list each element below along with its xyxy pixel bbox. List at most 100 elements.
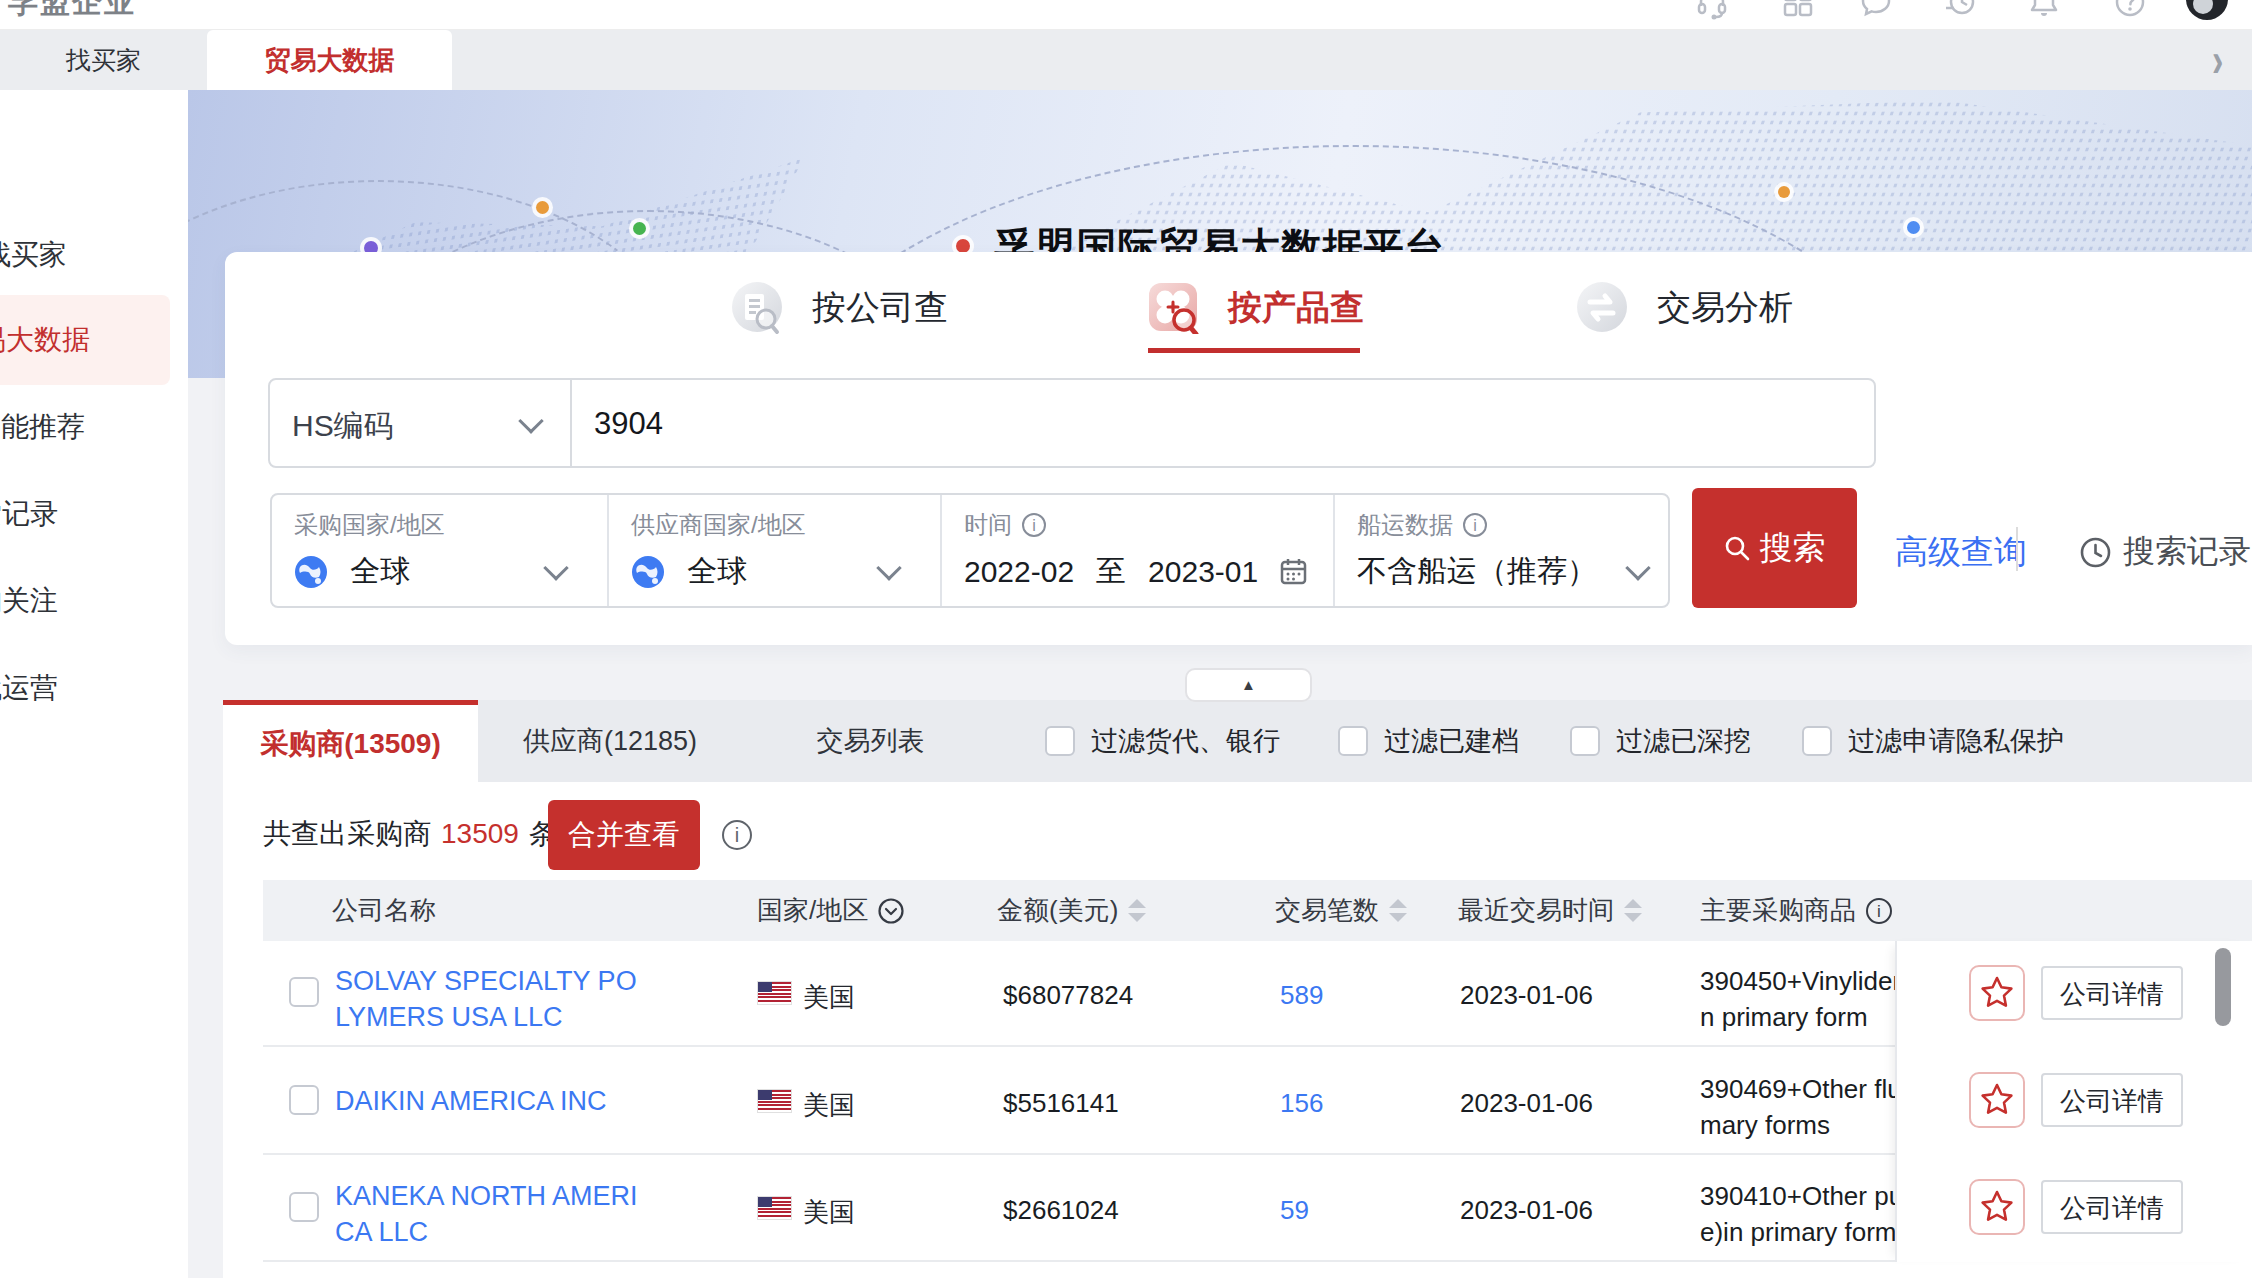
company-name-link[interactable]: DAIKIN AMERICA INC <box>335 1083 607 1119</box>
globe-icon <box>294 555 328 589</box>
country-cell: 美国 <box>803 1088 855 1123</box>
filter-label: 供应商国家/地区 <box>631 509 806 541</box>
hs-code-select[interactable]: HS编码 <box>270 380 572 466</box>
col-country[interactable]: 国家/地区 <box>757 880 904 941</box>
checkbox-label: 过滤货代、银行 <box>1091 723 1280 759</box>
advanced-search-link[interactable]: 高级查询 <box>1895 530 2027 575</box>
company-name-link[interactable]: SOLVAY SPECIALTY POLYMERS USA LLC <box>335 963 637 1035</box>
country-filter-icon <box>878 898 904 924</box>
time-filter[interactable]: 时间 i 2022-02 至 2023-01 <box>942 495 1335 606</box>
filter-value: 不含船运（推荐） <box>1357 551 1597 592</box>
tab-search-by-product[interactable]: 按产品查 <box>1148 278 1364 338</box>
tab-trade-big-data[interactable]: 贸易大数据 <box>207 30 452 90</box>
col-amount[interactable]: 金额(美元) <box>997 880 1146 941</box>
sort-icon[interactable] <box>1128 899 1146 922</box>
date-cell: 2023-01-06 <box>1460 1088 1593 1119</box>
sidebar-item-search-history[interactable]: 搜索记录 <box>0 486 188 542</box>
table-row[interactable]: KANEKA NORTH AMERICA LLC 美国 $2661024 59 … <box>263 1155 1895 1262</box>
hs-code-select-label: HS编码 <box>292 406 394 447</box>
sidebar-item-smart-recommend[interactable]: 智能推荐99+ <box>0 399 188 455</box>
sort-icon[interactable] <box>1389 899 1407 922</box>
col-count[interactable]: 交易笔数 <box>1275 880 1407 941</box>
company-details-button[interactable]: 公司详情 <box>2041 1180 2183 1234</box>
star-icon <box>1983 978 2012 1006</box>
help-icon[interactable] <box>2112 0 2148 20</box>
search-input[interactable]: 3904 <box>594 406 663 442</box>
bell-icon[interactable] <box>2026 0 2062 20</box>
collapse-arrow-icon: ▲ <box>1241 676 1256 693</box>
merge-view-button[interactable]: 合并查看 <box>548 800 700 870</box>
supplier-country-filter[interactable]: 供应商国家/地区 全球 <box>609 495 942 606</box>
tab-find-buyers[interactable]: 找买家 <box>0 30 207 90</box>
tab-buyers[interactable]: 采购商(13509) <box>223 700 478 782</box>
tab-suppliers[interactable]: 供应商(12185) <box>515 700 705 782</box>
clock-icon <box>2080 537 2111 568</box>
tab-label: 按产品查 <box>1228 285 1364 331</box>
us-flag-icon <box>758 982 791 1004</box>
checkbox[interactable] <box>1045 726 1075 756</box>
info-icon: i <box>1463 513 1487 537</box>
country-cell: 美国 <box>803 980 855 1015</box>
row-checkbox[interactable] <box>289 1085 319 1115</box>
buyer-country-filter[interactable]: 采购国家/地区 全球 <box>272 495 609 606</box>
filter-privacy-checkbox[interactable]: 过滤申请隐私保护 <box>1802 700 2064 782</box>
sidebar-item-trade-big-data[interactable]: 贸易大数据 <box>0 312 188 368</box>
filter-forwarders-checkbox[interactable]: 过滤货代、银行 <box>1045 700 1280 782</box>
info-icon: i <box>1866 898 1892 924</box>
company-details-button[interactable]: 公司详情 <box>2041 966 2183 1020</box>
favorite-button[interactable] <box>1969 1072 2025 1128</box>
tab-transactions[interactable]: 交易列表 <box>813 700 928 782</box>
table-row[interactable]: SOLVAY SPECIALTY POLYMERS USA LLC 美国 $68… <box>263 941 1895 1047</box>
date-from: 2022-02 <box>964 555 1074 589</box>
top-header: 孚盟企业 <box>0 0 2252 30</box>
user-avatar[interactable] <box>2186 0 2228 20</box>
chat-icon[interactable] <box>1858 0 1894 20</box>
favorite-button[interactable] <box>1969 965 2025 1021</box>
chevron-down-icon <box>1625 555 1650 580</box>
row-checkbox[interactable] <box>289 1192 319 1222</box>
count-link[interactable]: 59 <box>1280 1195 1309 1226</box>
filter-archived-checkbox[interactable]: 过滤已建档 <box>1338 700 1519 782</box>
count-link[interactable]: 589 <box>1280 980 1323 1011</box>
star-icon <box>1983 1192 2012 1220</box>
date-cell: 2023-01-06 <box>1460 980 1593 1011</box>
checkbox-label: 过滤已建档 <box>1384 723 1519 759</box>
products-cell: 390450+Vinylidenen primary form <box>1700 963 1897 1035</box>
tab-search-by-company[interactable]: 按公司查 <box>730 278 948 338</box>
us-flag-icon <box>758 1197 791 1219</box>
sidebar-item-find-buyers[interactable]: 找买家 <box>0 227 188 283</box>
filter-deep-mined-checkbox[interactable]: 过滤已深挖 <box>1570 700 1751 782</box>
product-search-icon <box>1148 282 1200 334</box>
favorite-button[interactable] <box>1969 1179 2025 1235</box>
collapse-panel-button[interactable]: ▲ <box>1185 668 1312 702</box>
apps-grid-icon[interactable] <box>1780 0 1816 20</box>
col-date[interactable]: 最近交易时间 <box>1458 880 1642 941</box>
company-details-button[interactable]: 公司详情 <box>2041 1073 2183 1127</box>
vertical-scrollbar[interactable] <box>2215 948 2231 1026</box>
history-clock-icon[interactable] <box>1942 0 1978 20</box>
app-logo: 孚盟企业 <box>8 0 136 23</box>
count-link[interactable]: 156 <box>1280 1088 1323 1119</box>
col-company: 公司名称 <box>332 880 436 941</box>
shipping-data-filter[interactable]: 船运数据 i 不含船运（推荐） <box>1335 495 1670 606</box>
table-row[interactable]: DAIKIN AMERICA INC 美国 $5516141 156 2023-… <box>263 1047 1895 1155</box>
checkbox[interactable] <box>1338 726 1368 756</box>
sidebar-item-my-follow[interactable]: 我的关注 <box>0 573 188 629</box>
checkbox[interactable] <box>1802 726 1832 756</box>
sidebar: 找买家 贸易大数据 智能推荐99+ 搜索记录 我的关注 代运营 <box>0 90 188 1278</box>
company-name-link[interactable]: KANEKA NORTH AMERICA LLC <box>335 1178 638 1250</box>
search-history-link[interactable]: 搜索记录 <box>2080 530 2251 574</box>
checkbox[interactable] <box>1570 726 1600 756</box>
chevron-right-icon[interactable]: › <box>2212 32 2223 87</box>
info-icon: i <box>722 820 752 850</box>
sort-icon[interactable] <box>1624 899 1642 922</box>
sidebar-item-operation[interactable]: 代运营 <box>0 660 188 716</box>
search-button[interactable]: 搜索 <box>1692 488 1857 608</box>
headset-icon[interactable] <box>1694 0 1730 20</box>
tab-transaction-analysis[interactable]: 交易分析 <box>1575 278 1793 338</box>
amount-cell: $2661024 <box>1003 1195 1119 1226</box>
filter-value: 全球 <box>350 551 410 592</box>
date-separator: 至 <box>1096 551 1126 592</box>
row-checkbox[interactable] <box>289 977 319 1007</box>
map-dot-orange2 <box>1778 186 1790 198</box>
